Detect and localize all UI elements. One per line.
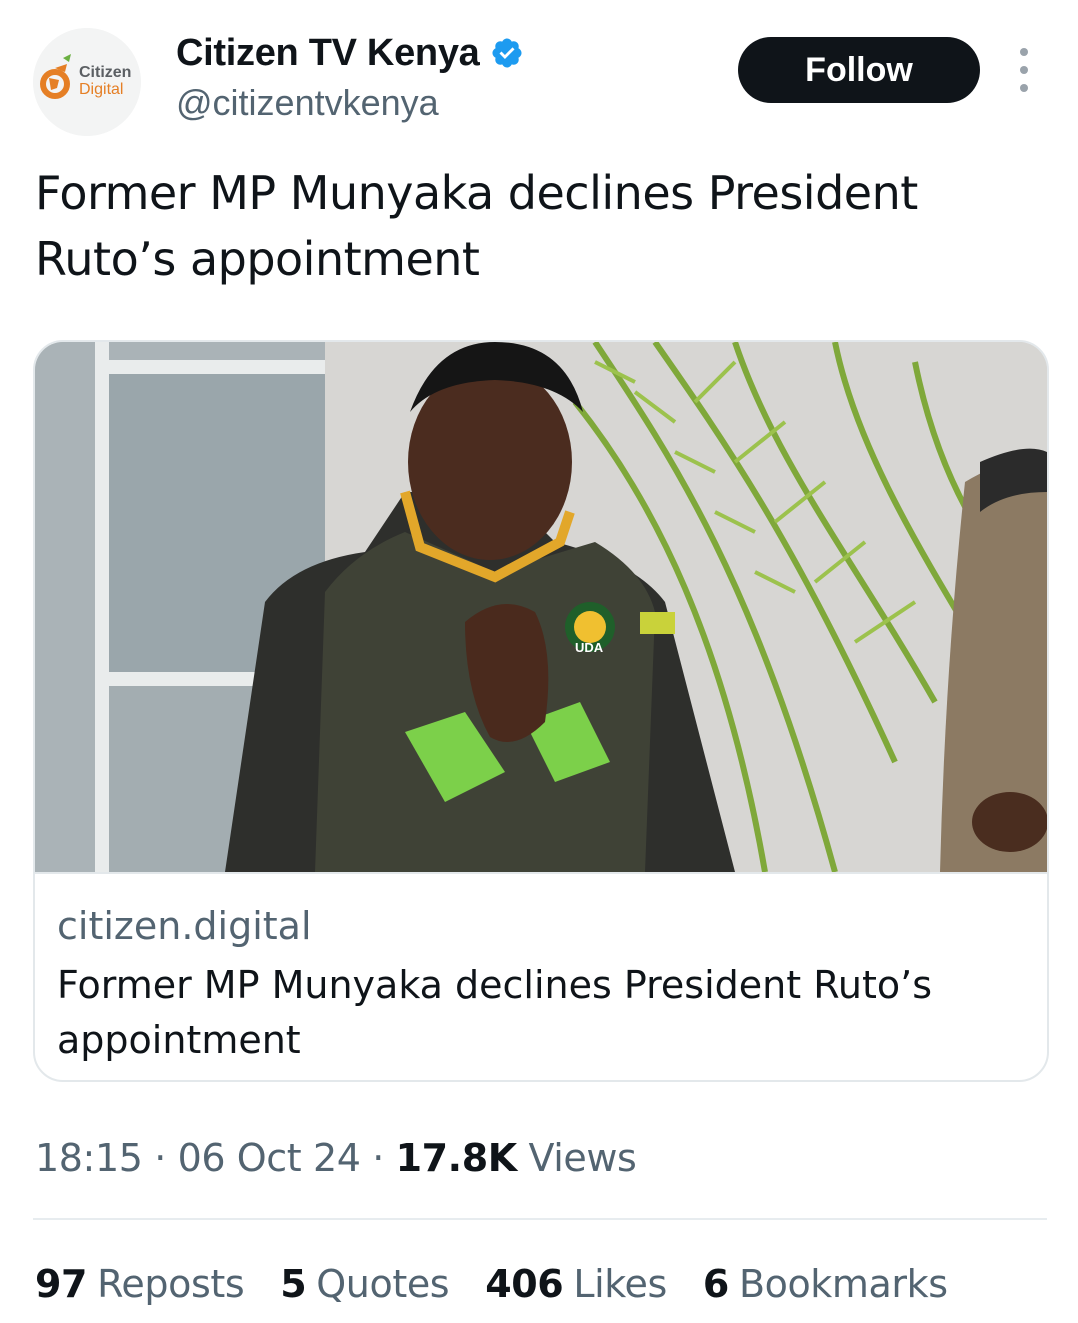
tweet-text: Former MP Munyaka declines President Rut…	[35, 166, 918, 286]
tweet-header: Citizen Digital Citizen TV Kenya @citize…	[0, 0, 1078, 150]
tweet-date[interactable]: 06 Oct 24	[178, 1136, 361, 1180]
divider	[33, 1218, 1047, 1220]
card-info[interactable]: citizen.digital Former MP Munyaka declin…	[35, 872, 1047, 1080]
card-domain: citizen.digital	[57, 904, 312, 948]
stat-reposts[interactable]: 97 Reposts	[35, 1262, 245, 1306]
account-handle[interactable]: @citizentvkenya	[176, 82, 439, 124]
more-options-icon[interactable]	[1008, 48, 1040, 92]
stat-likes[interactable]: 406 Likes	[485, 1262, 667, 1306]
views-label: Views	[528, 1136, 637, 1180]
tweet-time[interactable]: 18:15	[35, 1136, 143, 1180]
follow-button[interactable]: Follow	[738, 37, 980, 103]
news-photo: UDA	[35, 342, 1047, 872]
meta-separator: ·	[360, 1136, 396, 1180]
stat-label: Bookmarks	[738, 1262, 948, 1306]
avatar[interactable]: Citizen Digital	[33, 28, 141, 136]
card-title: Former MP Munyaka declines President Rut…	[57, 963, 933, 1062]
link-preview-card[interactable]: UDA citizen.digital Former MP Munyaka de…	[33, 340, 1049, 1082]
meta-separator: ·	[142, 1136, 178, 1180]
more-dot	[1020, 66, 1028, 74]
stat-quotes[interactable]: 5 Quotes	[280, 1262, 449, 1306]
avatar-brand-line2: Digital	[79, 81, 124, 98]
stat-label: Reposts	[97, 1262, 245, 1306]
stat-count: 5	[280, 1262, 307, 1306]
stat-bookmarks[interactable]: 6 Bookmarks	[703, 1262, 948, 1306]
stat-label: Quotes	[316, 1262, 450, 1306]
avatar-brand-text: Citizen Digital	[79, 64, 131, 98]
engagement-stats: 97 Reposts 5 Quotes 406 Likes 6 Bookmarks	[35, 1258, 984, 1310]
avatar-brand-line1: Citizen	[79, 64, 132, 81]
uda-badge-text: UDA	[575, 640, 604, 655]
more-dot	[1020, 84, 1028, 92]
card-image[interactable]: UDA	[35, 342, 1047, 872]
stat-count: 97	[35, 1262, 88, 1306]
tweet-meta: 18:15 · 06 Oct 24 · 17.8K Views	[35, 1136, 637, 1180]
stat-count: 406	[485, 1262, 564, 1306]
stat-label: Likes	[573, 1262, 667, 1306]
stat-count: 6	[702, 1262, 729, 1306]
verified-badge-icon	[491, 38, 522, 68]
display-name[interactable]: Citizen TV Kenya	[176, 32, 480, 75]
views-count: 17.8K	[395, 1136, 518, 1180]
name-row: Citizen TV Kenya	[176, 30, 524, 76]
more-dot	[1020, 48, 1028, 56]
